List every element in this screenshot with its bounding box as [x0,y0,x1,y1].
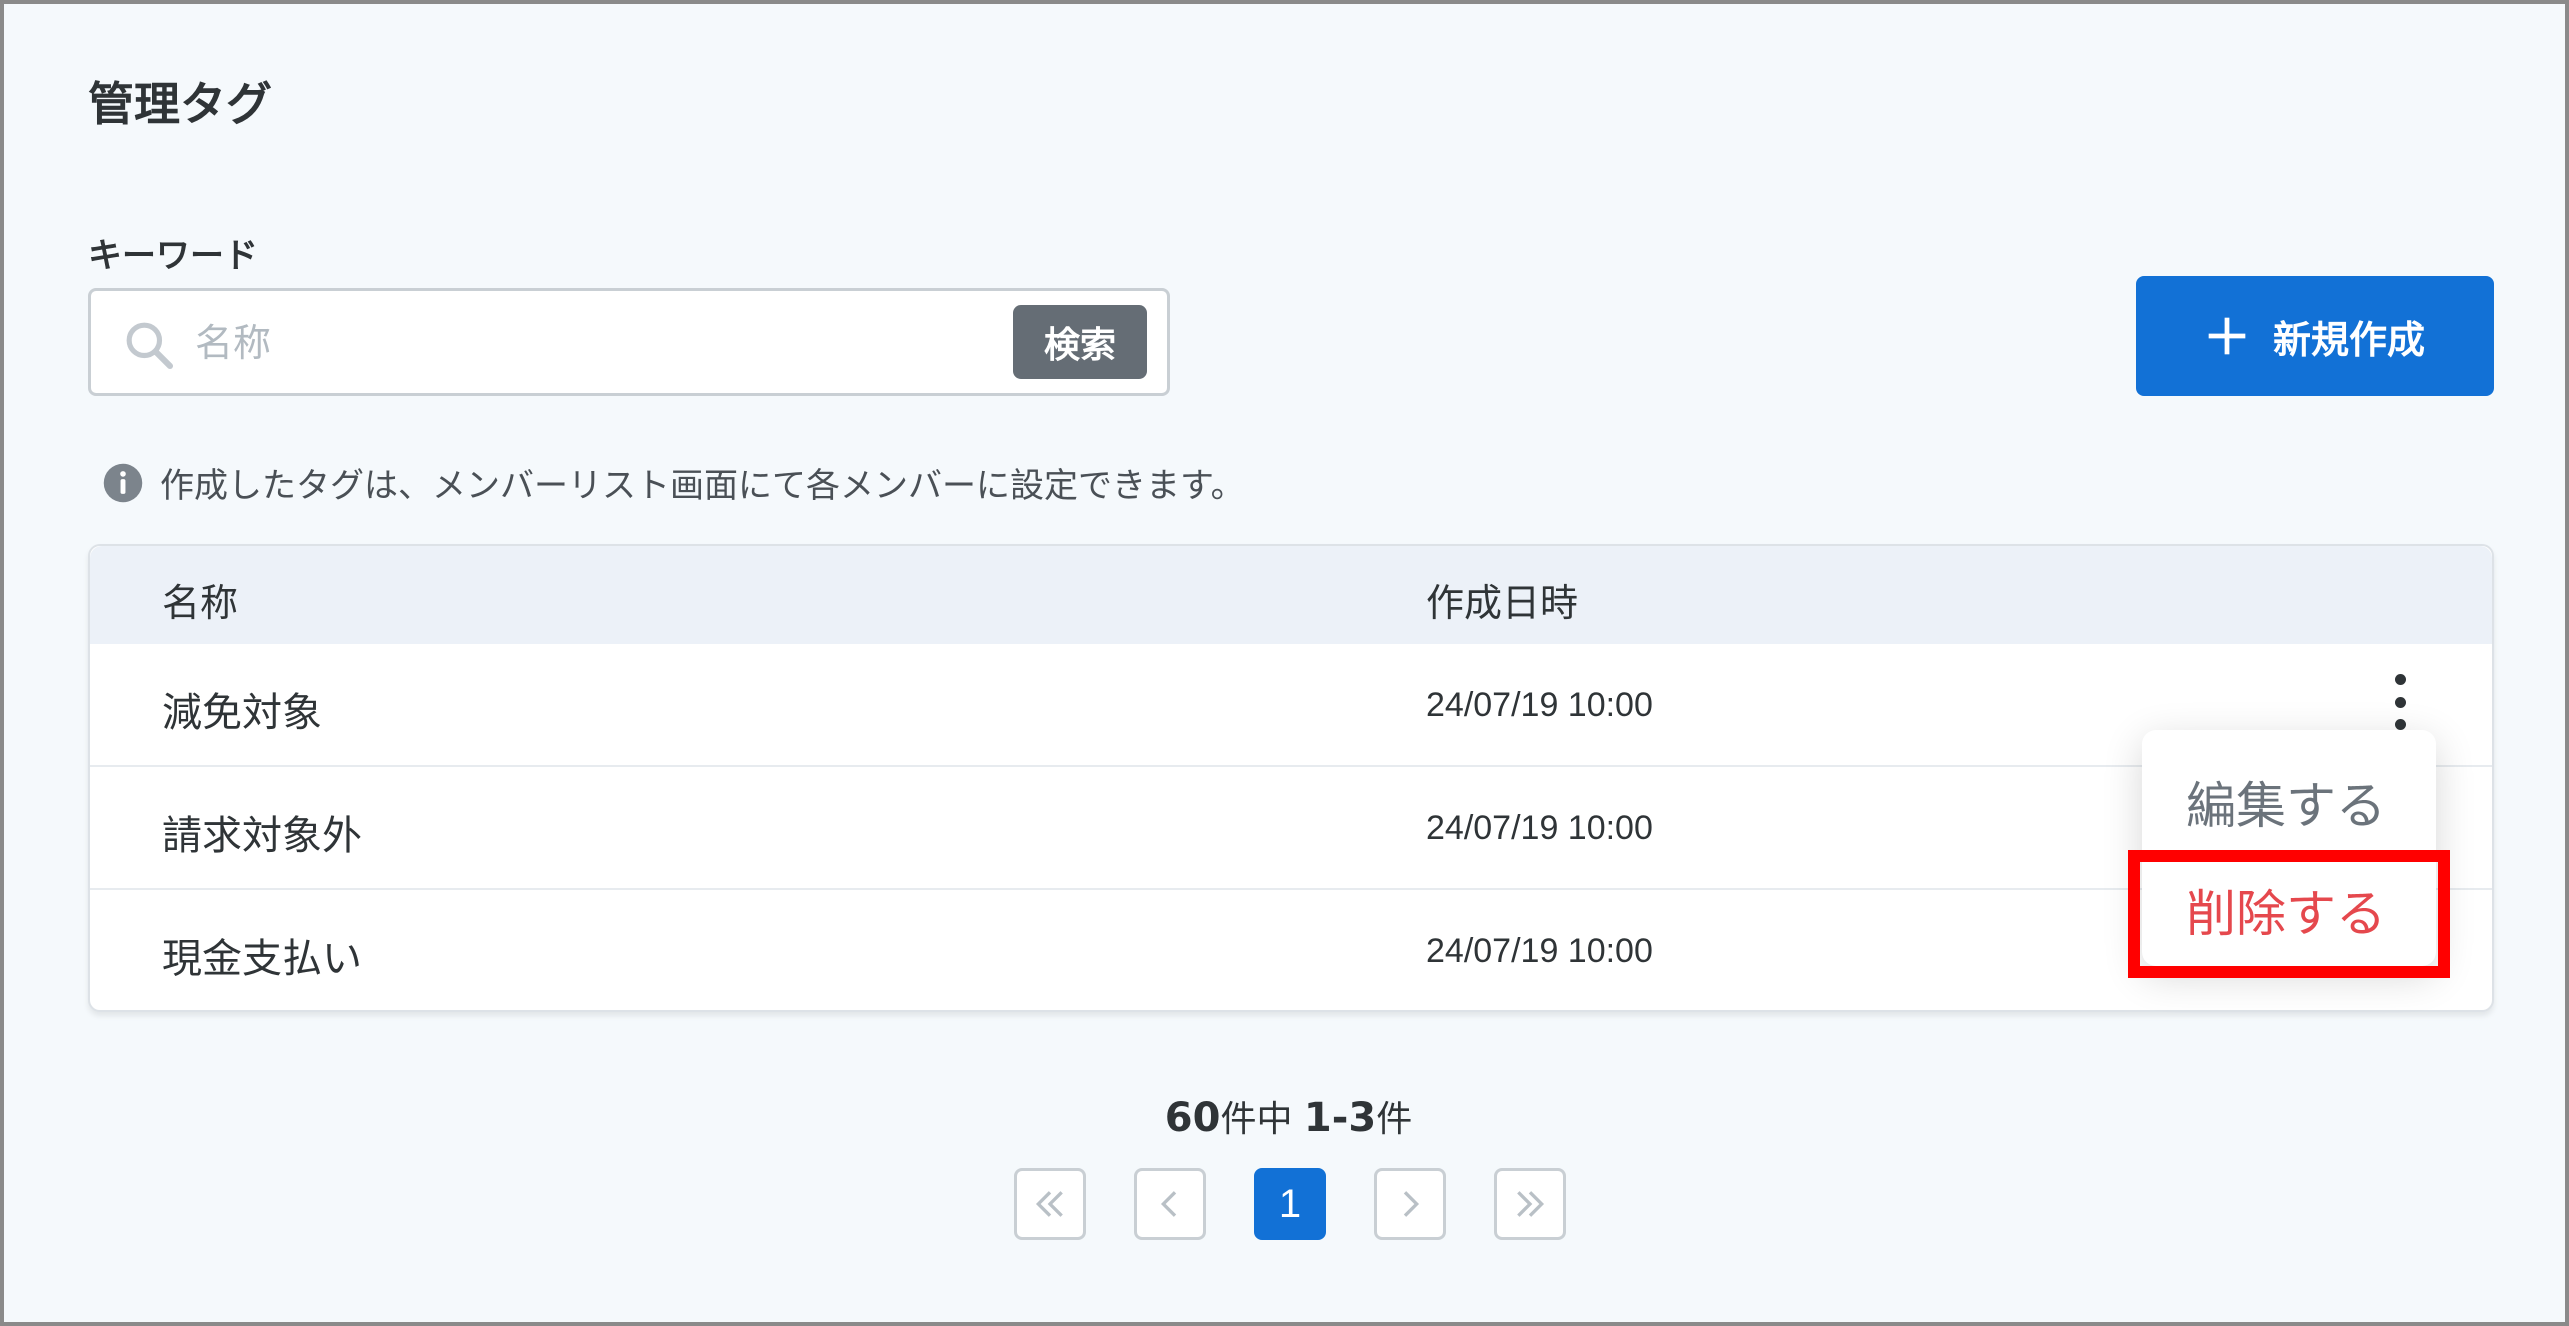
tag-created: 24/07/19 10:00 [1426,686,1653,724]
page-frame: 管理タグ キーワード 検索 新規作成 作成したタグは、メンバーリスト画面にて各メ… [0,0,2569,1326]
next-page-button[interactable] [1374,1168,1446,1240]
search-box: 検索 [88,288,1170,396]
table-header: 名称 作成日時 [90,546,2492,644]
new-create-label: 新規作成 [2272,317,2425,362]
column-header-created: 作成日時 [1426,581,1579,625]
count-range: 1-3 [1303,1095,1377,1141]
search-icon [126,322,174,370]
double-chevron-left-icon [1035,1191,1063,1217]
chevron-left-icon [1160,1191,1177,1217]
last-page-button[interactable] [1494,1168,1566,1240]
tag-name: 減免対象 [162,690,322,736]
info-message: 作成したタグは、メンバーリスト画面にて各メンバーに設定できます。 [102,458,1245,507]
prev-page-button[interactable] [1134,1168,1206,1240]
pagination: 1 [1014,1168,1566,1240]
tag-created: 24/07/19 10:00 [1426,809,1653,847]
double-chevron-right-icon [1517,1191,1545,1217]
count-total: 60 [1164,1095,1221,1141]
table-row: 減免対象 24/07/19 10:00 [90,644,2492,767]
info-text: 作成したタグは、メンバーリスト画面にて各メンバーに設定できます。 [160,466,1245,506]
search-input[interactable] [195,311,1065,375]
edit-menu-item[interactable]: 編集する [2186,766,2386,838]
row-dropdown-menu: 編集する 削除する [2128,730,2450,978]
info-icon [103,463,143,502]
count-range-suffix: 件 [1376,1099,1413,1140]
new-create-button[interactable]: 新規作成 [2136,276,2494,396]
page-1-button[interactable]: 1 [1254,1168,1326,1240]
tag-name: 請求対象外 [162,813,362,859]
result-count: 60件中 1-3件 [4,1090,2569,1142]
chevron-right-icon [1403,1191,1420,1217]
page-title: 管理タグ [88,77,272,131]
tag-created: 24/07/19 10:00 [1426,932,1653,970]
keyword-label: キーワード [88,236,258,276]
plus-icon [2208,317,2246,355]
first-page-button[interactable] [1014,1168,1086,1240]
search-button[interactable]: 検索 [1013,305,1147,379]
count-total-suffix: 件中 [1220,1099,1293,1140]
delete-menu-item[interactable]: 削除する [2186,874,2386,946]
row-menu-icon[interactable] [2390,674,2410,730]
tag-name: 現金支払い [162,936,362,982]
column-header-name: 名称 [162,581,239,625]
